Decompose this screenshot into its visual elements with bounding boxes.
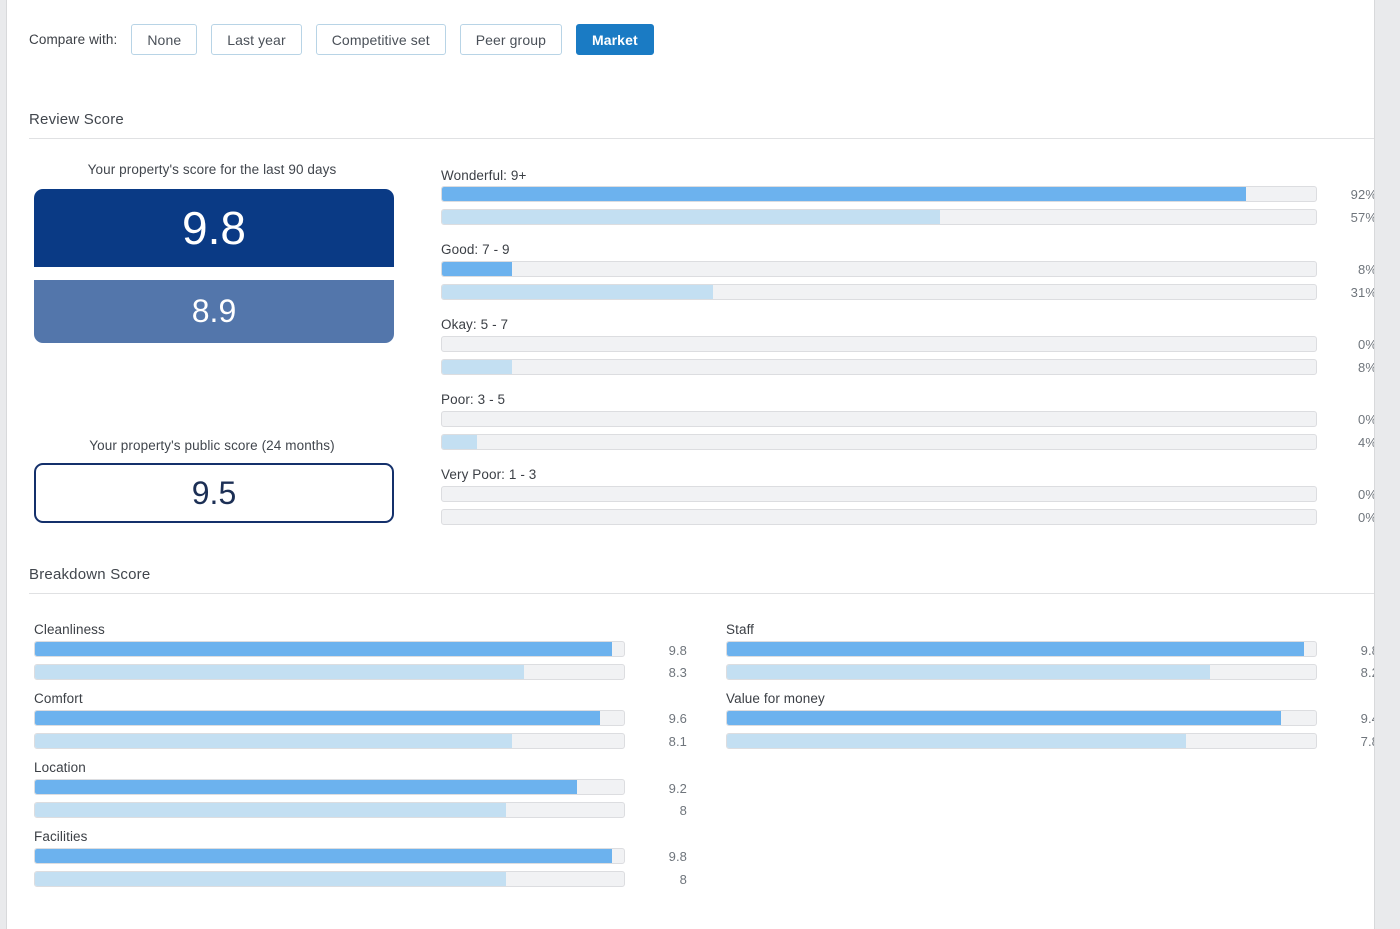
bar-fill xyxy=(35,849,613,863)
distribution-pct-wonderful-market: 57% xyxy=(1350,210,1375,225)
distribution-label-okay: Okay: 5 - 7 xyxy=(441,317,509,332)
distribution-label-poor: Poor: 3 - 5 xyxy=(441,392,506,407)
distribution-bar-good-market xyxy=(441,284,1317,300)
distribution-label-very-poor: Very Poor: 1 - 3 xyxy=(441,467,537,482)
breakdown-label-cleanliness: Cleanliness xyxy=(34,622,105,637)
distribution-pct-good-own: 8% xyxy=(1358,262,1374,277)
distribution-pct-wonderful-own: 92% xyxy=(1350,187,1375,202)
breakdown-value-facilities-market: 8 xyxy=(679,872,687,887)
breakdown-value-comfort-market: 8.1 xyxy=(668,734,687,749)
breakdown-bar-location-market xyxy=(34,802,625,818)
breakdown-value-location-own: 9.2 xyxy=(668,781,687,796)
breakdown-bar-location-own xyxy=(34,779,625,795)
breakdown-value-value-for-money-market: 7.8 xyxy=(1360,734,1374,749)
compare-button-market[interactable]: Market xyxy=(575,24,654,55)
distribution-pct-very-poor-market: 0% xyxy=(1358,510,1374,525)
bar-fill xyxy=(35,734,513,748)
review-score-section-divider xyxy=(29,138,1374,139)
distribution-bar-very-poor-own xyxy=(441,486,1317,502)
breakdown-value-staff-market: 8.2 xyxy=(1360,665,1374,680)
breakdown-bar-comfort-own xyxy=(34,710,625,726)
distribution-pct-poor-own: 0% xyxy=(1358,412,1374,427)
bar-fill xyxy=(442,435,477,449)
review-scores-panel: Compare with: None Last year Competitive… xyxy=(6,0,1375,929)
bar-fill xyxy=(442,187,1247,201)
breakdown-value-comfort-own: 9.6 xyxy=(668,711,687,726)
breakdown-score-section-divider xyxy=(29,593,1374,594)
breakdown-label-staff: Staff xyxy=(726,622,755,637)
compare-button-none[interactable]: None xyxy=(131,24,198,55)
compare-button-last-year[interactable]: Last year xyxy=(211,24,302,55)
distribution-bar-wonderful-market xyxy=(441,209,1317,225)
breakdown-label-facilities: Facilities xyxy=(34,829,88,844)
bar-fill xyxy=(727,734,1187,748)
breakdown-bar-staff-market xyxy=(726,664,1317,680)
breakdown-label-comfort: Comfort xyxy=(34,691,83,706)
breakdown-value-staff-own: 9.8 xyxy=(1360,643,1374,658)
own-score-caption: Your property's score for the last 90 da… xyxy=(87,162,337,177)
breakdown-value-cleanliness-own: 9.8 xyxy=(668,643,687,658)
own-score-value: 9.8 xyxy=(34,189,394,267)
bar-fill xyxy=(442,262,512,276)
bar-fill xyxy=(442,360,512,374)
review-score-section-title: Review Score xyxy=(29,111,124,128)
bar-fill xyxy=(35,872,507,886)
public-score-caption: Your property's public score (24 months) xyxy=(89,438,335,453)
breakdown-bar-facilities-market xyxy=(34,871,625,887)
distribution-bar-good-own xyxy=(441,261,1317,277)
compare-with-label: Compare with: xyxy=(29,32,118,47)
breakdown-bar-cleanliness-own xyxy=(34,641,625,657)
distribution-bar-very-poor-market xyxy=(441,509,1317,525)
distribution-pct-good-market: 31% xyxy=(1350,285,1375,300)
breakdown-bar-cleanliness-market xyxy=(34,664,625,680)
breakdown-bar-comfort-market xyxy=(34,733,625,749)
breakdown-value-facilities-own: 9.8 xyxy=(668,849,687,864)
compare-button-peer-group[interactable]: Peer group xyxy=(459,24,562,55)
bar-fill xyxy=(727,642,1305,656)
bar-fill xyxy=(35,780,577,794)
breakdown-label-value-for-money: Value for money xyxy=(726,691,825,706)
public-score-value: 9.5 xyxy=(34,463,394,523)
bar-fill xyxy=(442,210,941,224)
compare-score-value: 8.9 xyxy=(34,280,394,343)
breakdown-score-section-title: Breakdown Score xyxy=(29,566,151,583)
compare-button-competitive-set[interactable]: Competitive set xyxy=(315,24,446,55)
bar-fill xyxy=(442,285,713,299)
breakdown-value-cleanliness-market: 8.3 xyxy=(668,665,687,680)
distribution-pct-very-poor-own: 0% xyxy=(1358,487,1374,502)
breakdown-value-value-for-money-own: 9.4 xyxy=(1360,711,1374,726)
distribution-bar-poor-own xyxy=(441,411,1317,427)
distribution-label-good: Good: 7 - 9 xyxy=(441,242,510,257)
bar-fill xyxy=(35,665,524,679)
bar-fill xyxy=(727,665,1210,679)
breakdown-bar-staff-own xyxy=(726,641,1317,657)
distribution-bar-poor-market xyxy=(441,434,1317,450)
breakdown-value-location-market: 8 xyxy=(679,803,687,818)
bar-fill xyxy=(35,642,613,656)
distribution-pct-okay-market: 8% xyxy=(1358,360,1374,375)
distribution-pct-okay-own: 0% xyxy=(1358,337,1374,352)
breakdown-label-location: Location xyxy=(34,760,86,775)
breakdown-bar-value-for-money-own xyxy=(726,710,1317,726)
compare-with-toolbar: Compare with: None Last year Competitive… xyxy=(29,24,654,55)
distribution-label-wonderful: Wonderful: 9+ xyxy=(441,168,527,183)
bar-fill xyxy=(35,711,601,725)
breakdown-bar-facilities-own xyxy=(34,848,625,864)
distribution-pct-poor-market: 4% xyxy=(1358,435,1374,450)
distribution-bar-wonderful-own xyxy=(441,186,1317,202)
distribution-bar-okay-market xyxy=(441,359,1317,375)
distribution-bar-okay-own xyxy=(441,336,1317,352)
bar-fill xyxy=(35,803,507,817)
breakdown-bar-value-for-money-market xyxy=(726,733,1317,749)
bar-fill xyxy=(727,711,1281,725)
